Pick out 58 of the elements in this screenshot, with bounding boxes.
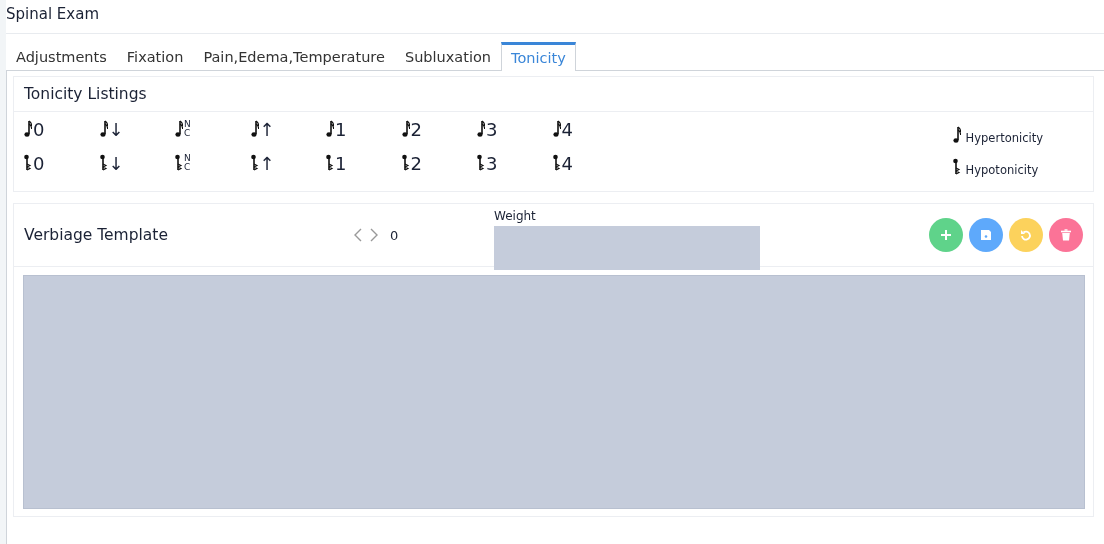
tab[interactable]: Adjustments xyxy=(6,42,117,71)
tonicity-grade: ↑ xyxy=(259,152,275,174)
tonicity-grade: 2 xyxy=(410,152,422,174)
undo-icon xyxy=(1020,229,1032,241)
field-label: Weight xyxy=(494,208,537,223)
save-button[interactable] xyxy=(969,218,1003,252)
hypertonicity-icon xyxy=(175,120,183,138)
previous-button[interactable] xyxy=(354,228,362,242)
tonicity-grade: 2 xyxy=(410,118,422,140)
tab[interactable]: Subluxation xyxy=(394,42,501,71)
trash-icon xyxy=(1060,229,1072,241)
tonicity-grade: ↓ xyxy=(108,118,124,140)
hypertonicity-icon xyxy=(24,120,32,138)
tonicity-grade: 3 xyxy=(486,118,498,140)
hypertonicity-icon xyxy=(401,120,410,138)
weight-field[interactable] xyxy=(494,225,760,270)
card-title: Verbiage Template xyxy=(24,226,169,244)
card-title: Tonicity Listings xyxy=(14,77,1093,112)
template-counter: 0 xyxy=(390,227,399,243)
tonicity-grade: 4 xyxy=(561,118,573,140)
tonicity-grade: 1 xyxy=(335,118,347,140)
hypertonicity-icon xyxy=(552,120,561,138)
grade-bottom: C xyxy=(184,163,191,172)
hypotonicity-icon xyxy=(175,154,183,172)
hypotonicity-icon xyxy=(952,157,961,177)
hypotonicity-icon xyxy=(24,154,32,172)
hypotonicity-icon xyxy=(99,154,108,172)
plus-icon xyxy=(940,229,952,241)
hypertonicity-icon xyxy=(326,120,334,138)
tonicity-grade: ↓ xyxy=(108,152,124,174)
grade-bottom: C xyxy=(184,129,191,138)
delete-button[interactable] xyxy=(1049,218,1083,252)
tonicity-grade: 0 xyxy=(33,152,45,174)
hypotonicity-icon xyxy=(552,154,561,172)
hypertonicity-icon xyxy=(250,120,259,138)
tonicity-grade: 4 xyxy=(561,152,573,174)
tonicity-grade: ↑ xyxy=(259,118,275,140)
tonicity-grade: 3 xyxy=(486,152,498,174)
hypotonicity-icon xyxy=(401,154,410,172)
tab[interactable]: Tonicity xyxy=(501,42,576,71)
hypotonicity-icon xyxy=(477,154,485,172)
grade-top: N xyxy=(184,154,191,163)
tab[interactable]: Fixation xyxy=(116,42,194,71)
hypotonicity-icon xyxy=(326,154,334,172)
tonicity-grade: 1 xyxy=(335,152,347,174)
hypotonicity-icon xyxy=(250,154,259,172)
hypertonicity-icon xyxy=(477,120,485,138)
legend-label: Hypotonicity xyxy=(965,163,1039,177)
hypertonicity-icon xyxy=(99,120,108,138)
page-title: Spinal Exam xyxy=(6,5,99,23)
tonicity-grade: 0 xyxy=(33,118,45,140)
reset-button[interactable] xyxy=(1009,218,1043,252)
legend-label: Hypertonicity xyxy=(965,131,1043,145)
next-button[interactable] xyxy=(370,228,378,242)
hypertonicity-icon xyxy=(952,125,961,145)
tab[interactable]: Pain,Edema,Temperature xyxy=(193,42,395,71)
add-button[interactable] xyxy=(929,218,963,252)
grade-top: N xyxy=(184,120,191,129)
